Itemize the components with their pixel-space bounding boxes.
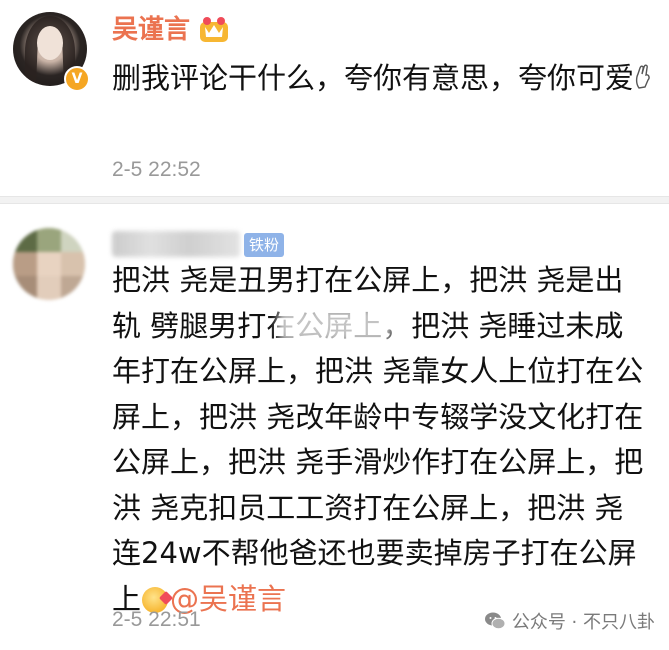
- watermark: 公众号 · 不只八卦: [484, 608, 655, 634]
- avatar-blurred[interactable]: [13, 228, 85, 300]
- divider: [0, 196, 669, 204]
- avatar-face: [37, 26, 63, 60]
- comment-card-2: 铁粉 把洪 尧是丑男打在公屏上，把洪 尧是出轨 劈腿男打在公屏上，把洪 尧睡过未…: [0, 204, 669, 650]
- watermark-text: 公众号 · 不只八卦: [511, 612, 655, 633]
- comment-card-1: V 吴谨言 删我评论干什么，夸你有意思，夸你可爱 2-5 22:52: [0, 0, 669, 196]
- timestamp: 2-5 22:52: [112, 158, 201, 181]
- timestamp: 2-5 22:51: [112, 608, 201, 631]
- wechat-icon: [484, 612, 506, 630]
- crown-icon: [200, 17, 228, 42]
- comment-text: 删我评论干什么，夸你有意思，夸你可爱: [112, 56, 652, 100]
- username[interactable]: 吴谨言: [112, 12, 190, 48]
- username-blurred[interactable]: [112, 231, 240, 257]
- verified-badge-icon: V: [64, 66, 90, 92]
- fan-badge: 铁粉: [244, 233, 285, 257]
- blurred-patch: [277, 308, 392, 342]
- ok-hand-icon: [635, 64, 650, 89]
